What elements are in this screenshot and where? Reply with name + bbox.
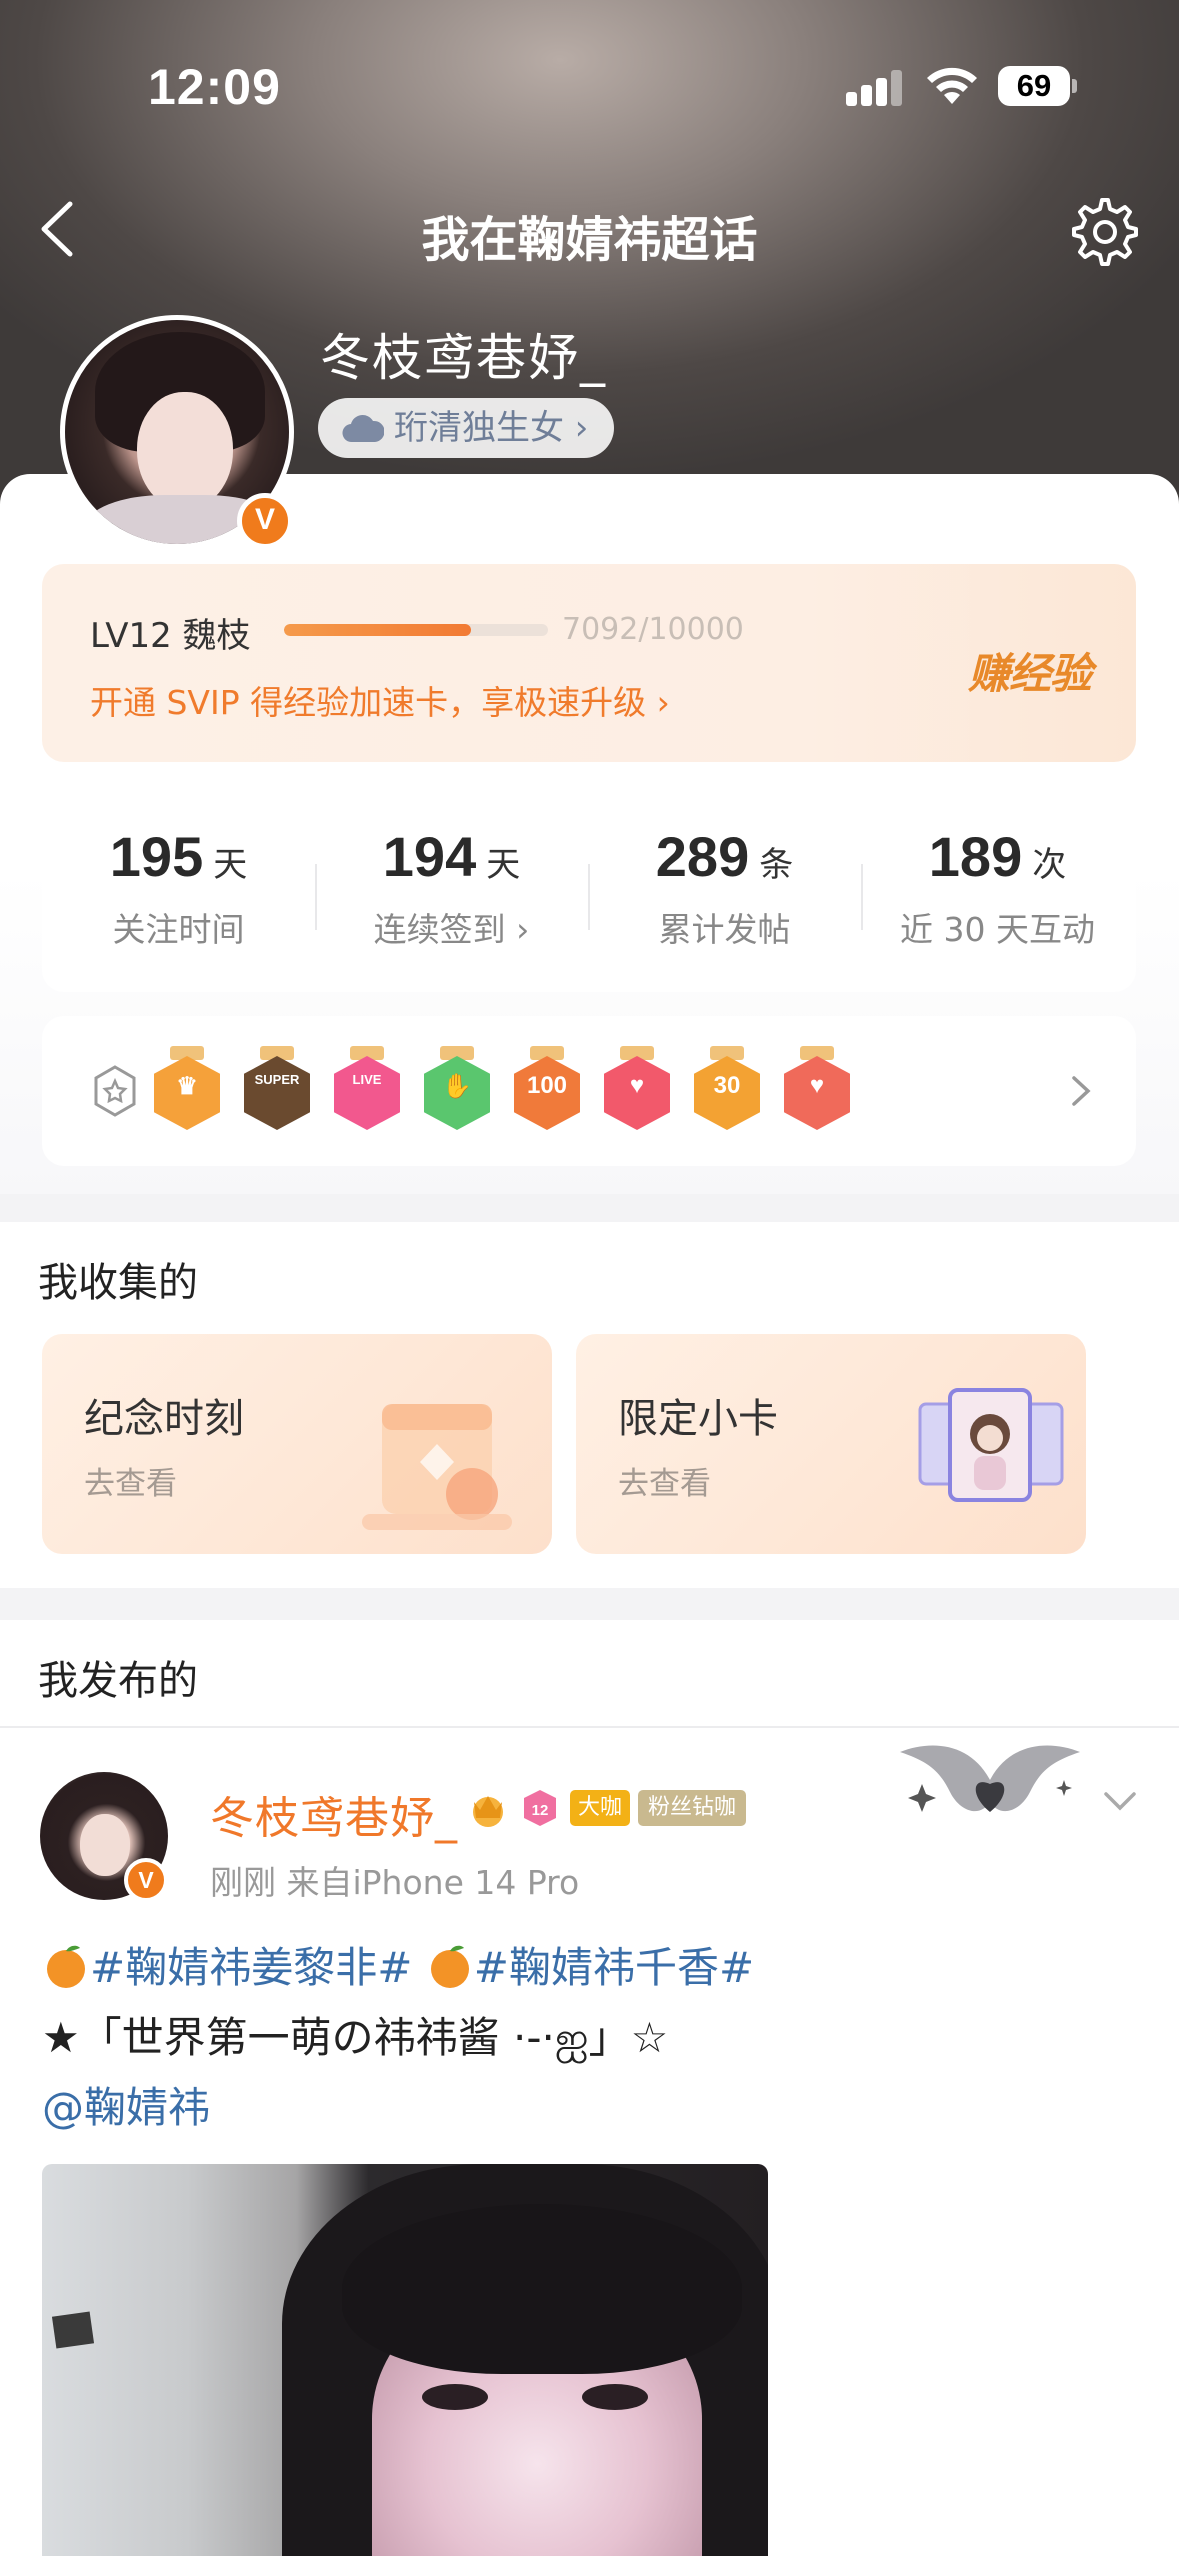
superfan-level-icon: 12 xyxy=(524,1790,556,1826)
crown-icon xyxy=(473,1796,503,1827)
post-text: ★「世界第一萌の祎祎酱 ·-·ஐ」☆ xyxy=(42,2013,669,2062)
level-label: LV12 魏枝 xyxy=(90,616,251,656)
hashtag-link[interactable]: #鞠婧祎千香# xyxy=(474,1943,754,1992)
stat-interactions: 189 次 近 30 天互动 xyxy=(900,825,1095,949)
memorial-moments-link: 去查看 xyxy=(84,1466,177,1502)
svip-promo-link[interactable]: 开通 SVIP 得经验加速卡，享极速升级 › xyxy=(90,676,670,724)
hand-medal-icon: ✋ xyxy=(422,1046,492,1140)
battery-level: 69 xyxy=(998,66,1070,106)
limited-cards-link: 去查看 xyxy=(618,1466,711,1502)
post-meta: 刚刚 来自iPhone 14 Pro xyxy=(210,1863,580,1902)
cellular-signal-icon xyxy=(846,70,904,106)
stats-panel: 195 天 关注时间 194 天 连续签到 › 289 条 累计发帖 189 次 近 3… xyxy=(42,792,1136,992)
status-bar: 12:09 69 xyxy=(0,0,1179,170)
badge-wall[interactable]: ♛ SUPER LIVE ✋ 100 ♥ 30 ♥ xyxy=(42,1016,1136,1166)
level-panel[interactable]: LV12 魏枝 7092/10000 开通 SVIP 得经验加速卡，享极速升级 … xyxy=(42,564,1136,762)
stat-checkin-days[interactable]: 194 天 连续签到 › xyxy=(315,824,588,951)
mention-link[interactable]: @鞠婧祎 xyxy=(42,2074,210,2135)
100-days-medal-icon: 100 xyxy=(512,1046,582,1140)
calendar-gift-illustration xyxy=(362,1404,512,1530)
hashtag-link[interactable]: #鞠婧祎姜黎非# xyxy=(90,1943,412,1992)
super-medal-icon: SUPER xyxy=(242,1046,312,1140)
tangerine-emoji-icon xyxy=(430,1945,469,1988)
level-progress-text: 7092/10000 xyxy=(562,612,744,647)
post-hashtags: #鞠婧祎姜黎非# #鞠婧祎千香# xyxy=(42,1934,754,1995)
profile-tag-pill[interactable]: 珩清独生女 › xyxy=(318,398,615,458)
profile-username: 冬枝鸢巷妤_ xyxy=(320,329,607,387)
page-title: 我在鞠婧祎超话 xyxy=(421,212,758,268)
battery-icon: 69 xyxy=(998,66,1077,106)
cloud-icon xyxy=(342,415,384,443)
limited-cards-title: 限定小卡 xyxy=(618,1396,778,1442)
memorial-moments-title: 纪念时刻 xyxy=(84,1396,244,1442)
30-days-medal-icon: 30 xyxy=(692,1046,762,1140)
status-time: 12:09 xyxy=(148,59,281,115)
profile-tag-label: 珩清独生女 › xyxy=(394,408,589,448)
divider xyxy=(0,1726,1179,1728)
crown-medal-icon: ♛ xyxy=(152,1046,222,1140)
earn-exp-button[interactable]: 赚经验 xyxy=(968,640,1092,701)
photo-cards-illustration xyxy=(918,1388,1064,1502)
chevron-right-icon[interactable] xyxy=(1066,1066,1096,1116)
stat-post-count: 289 条 累计发帖 xyxy=(655,825,794,949)
verified-badge: V xyxy=(237,493,293,549)
tangerine-emoji-icon xyxy=(47,1945,85,1988)
post-author-name[interactable]: 冬枝鸢巷妤_ xyxy=(210,1782,458,1846)
big-coffee-badge: 大咖 xyxy=(570,1790,631,1826)
hand-heart-medal-icon: ♥ xyxy=(782,1046,852,1140)
heart-medal-icon: ♥ xyxy=(602,1046,672,1140)
chevron-down-icon[interactable] xyxy=(1100,1786,1140,1816)
post-verified-badge: V xyxy=(124,1858,168,1902)
fan-diamond-badge: 粉丝钻咖 xyxy=(638,1790,747,1826)
svg-text:12: 12 xyxy=(532,1802,549,1819)
collection-title: 我收集的 xyxy=(38,1260,198,1306)
post-image[interactable] xyxy=(42,2164,768,2556)
limited-cards-card[interactable]: 限定小卡 去查看 xyxy=(576,1334,1086,1554)
nav-bar: 我在鞠婧祎超话 xyxy=(0,180,1179,280)
live-medal-icon: LIVE xyxy=(332,1046,402,1140)
level-progress-bar xyxy=(284,624,548,636)
stat-follow-days: 195 天 关注时间 xyxy=(109,825,248,949)
wifi-icon xyxy=(927,67,977,104)
memorial-moments-card[interactable]: 纪念时刻 去查看 xyxy=(42,1334,552,1554)
winged-heart-decoration xyxy=(900,1745,1080,1812)
badge-shield-icon xyxy=(94,1065,136,1117)
gear-icon[interactable] xyxy=(1064,194,1140,270)
posts-section-title: 我发布的 xyxy=(38,1658,198,1704)
